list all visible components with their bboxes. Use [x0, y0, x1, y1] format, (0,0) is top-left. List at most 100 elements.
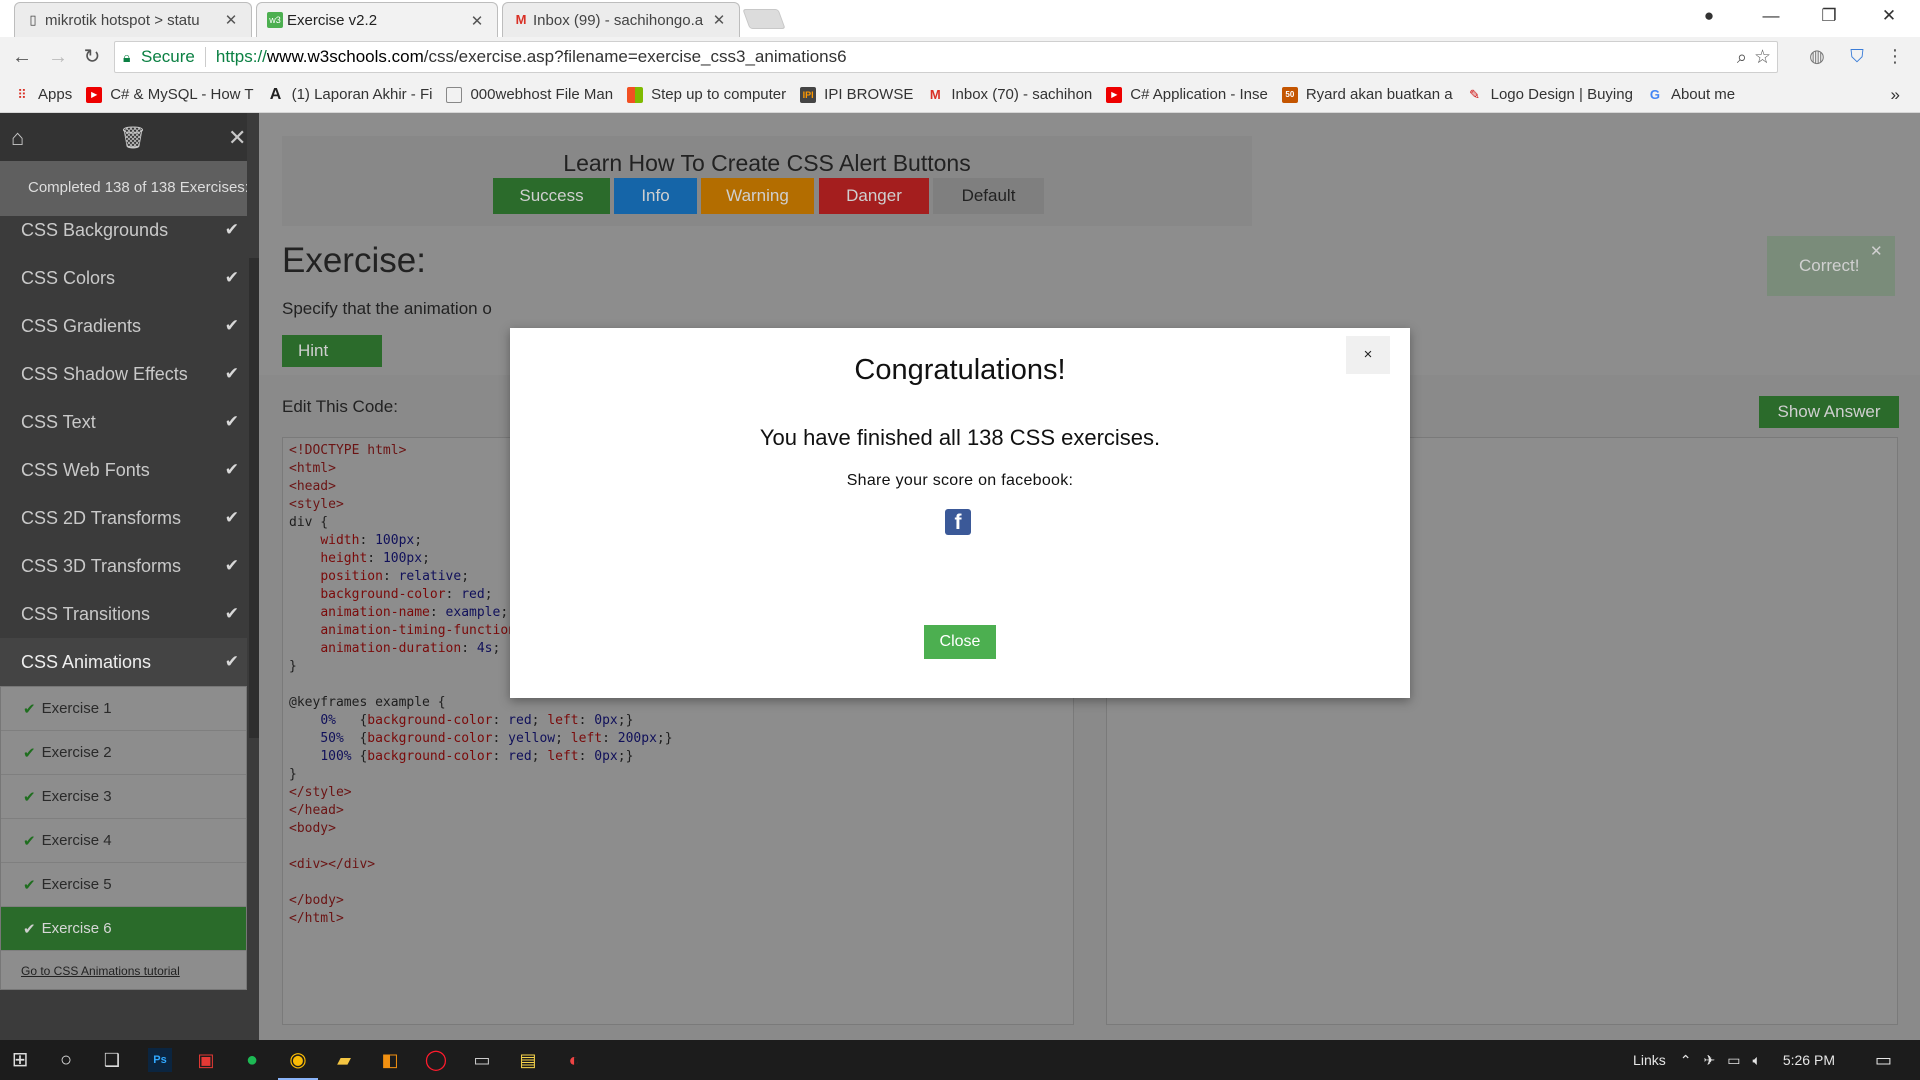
back-icon[interactable]: ←: [10, 45, 34, 69]
forward-icon[interactable]: →: [46, 45, 70, 69]
bookmark-item[interactable]: G About me: [1647, 86, 1735, 103]
letter-a-icon: A: [269, 86, 282, 103]
sticky-notes-icon[interactable]: ▤: [516, 1048, 540, 1072]
address-bar[interactable]: 🔒︎ Secure https://www.w3schools.com/css/…: [114, 41, 1778, 73]
danger-button[interactable]: Danger: [819, 178, 929, 214]
sublime-text-icon[interactable]: ◧: [378, 1048, 402, 1072]
bookmark-item[interactable]: 50 Ryard akan buatkan a: [1281, 86, 1453, 103]
windows-start-icon[interactable]: ⊞: [8, 1048, 32, 1072]
volume-icon[interactable]: 🔈︎: [1752, 1052, 1760, 1069]
tab-title: Inbox (99) - sachihongo.a: [533, 11, 704, 29]
hint-button[interactable]: Hint: [282, 335, 382, 367]
shield-extension-icon[interactable]: ⛉: [1846, 46, 1868, 68]
youtube-icon: ▶: [86, 86, 103, 103]
close-tab-icon[interactable]: ✕: [711, 11, 727, 29]
facebook-icon[interactable]: f: [945, 509, 971, 535]
exercise-item-4[interactable]: ✔ Exercise 4: [1, 819, 246, 863]
airplane-mode-icon[interactable]: ✈: [1703, 1052, 1715, 1069]
sidebar-item-css-shadow-effects[interactable]: CSS Shadow Effects ✔: [0, 350, 259, 398]
exercise-label: Exercise 4: [41, 832, 112, 849]
close-tab-icon[interactable]: ✕: [223, 11, 239, 29]
share-label: Share your score on facebook:: [846, 472, 1074, 489]
sidebar-item-css-gradients[interactable]: CSS Gradients ✔: [0, 302, 259, 350]
menu-dots-icon[interactable]: ⋮: [1884, 46, 1906, 68]
links-toolbar[interactable]: Links: [1633, 1052, 1666, 1068]
bookmark-star-icon[interactable]: ☆: [1754, 46, 1771, 69]
bookmark-item[interactable]: Step up to computer: [627, 86, 786, 103]
bookmark-item[interactable]: ▶ C# Application - Inse: [1106, 86, 1268, 103]
clock[interactable]: 5:26 PM: [1783, 1052, 1835, 1068]
exercise-item-2[interactable]: ✔ Exercise 2: [1, 731, 246, 775]
app-icon[interactable]: ◐: [562, 1048, 586, 1072]
restore-icon[interactable]: ❐: [1814, 6, 1844, 26]
notifications-icon[interactable]: ▭: [1875, 1050, 1892, 1071]
new-tab-button[interactable]: [742, 9, 786, 29]
check-icon: ✔: [23, 920, 36, 938]
sidebar-scroll-thumb[interactable]: [249, 258, 259, 738]
close-window-icon[interactable]: ✕: [1874, 6, 1904, 26]
success-button[interactable]: Success: [493, 178, 610, 214]
sidebar-list: CSS Backgrounds ✔ CSS Colors ✔ CSS Gradien…: [0, 216, 259, 1040]
photoshop-icon[interactable]: Ps: [148, 1048, 172, 1072]
zoom-icon[interactable]: ⌕: [1737, 47, 1747, 68]
bookmark-item[interactable]: M Inbox (70) - sachihon: [927, 86, 1092, 103]
bookmark-item[interactable]: ✎ Logo Design | Buying: [1467, 86, 1633, 103]
reload-icon[interactable]: ↻: [80, 45, 104, 69]
bookmark-item[interactable]: A (1) Laporan Akhir - Fi: [268, 86, 433, 103]
exercise-heading: Exercise:: [282, 241, 426, 280]
close-icon[interactable]: ✕: [228, 125, 246, 151]
sidebar-toolbar: ⌂ 🗑︎ ✕: [0, 113, 259, 161]
tab-inbox[interactable]: M Inbox (99) - sachihongo.a ✕: [502, 2, 740, 37]
office-icon[interactable]: ▣: [194, 1048, 218, 1072]
battery-icon[interactable]: ▭: [1727, 1052, 1740, 1069]
profile-icon[interactable]: ●: [1694, 6, 1724, 26]
browser-toolbar: ← → ↻ 🔒︎ Secure https://www.w3schools.co…: [0, 37, 1920, 77]
close-button[interactable]: Close: [924, 625, 996, 659]
sidebar-item-css-backgrounds[interactable]: CSS Backgrounds ✔: [0, 216, 259, 254]
sidebar-item-css-animations[interactable]: CSS Animations ✔: [0, 638, 259, 686]
chrome-icon[interactable]: ◉: [278, 1048, 318, 1080]
file-explorer-icon[interactable]: ▰: [332, 1048, 356, 1072]
bookmark-item[interactable]: 000webhost File Man: [446, 86, 613, 103]
exercise-item-6[interactable]: ✔ Exercise 6: [1, 907, 246, 951]
sidebar-item-css-web-fonts[interactable]: CSS Web Fonts ✔: [0, 446, 259, 494]
minimize-icon[interactable]: —: [1756, 6, 1786, 26]
show-answer-button[interactable]: Show Answer: [1759, 396, 1899, 428]
sidebar-item-css-3d-transforms[interactable]: CSS 3D Transforms ✔: [0, 542, 259, 590]
tab-strip: ▯ mikrotik hotspot > statu ✕ w3 Exercise…: [0, 0, 1920, 38]
check-icon: ✔: [23, 832, 36, 850]
tutorial-link[interactable]: Go to CSS Animations tutorial: [1, 951, 246, 989]
tab-mikrotik[interactable]: ▯ mikrotik hotspot > statu ✕: [14, 2, 252, 37]
bookmark-label: Ryard akan buatkan a: [1305, 86, 1453, 103]
bookmark-item[interactable]: IPI IPI BROWSE: [800, 86, 913, 103]
close-tab-icon[interactable]: ✕: [469, 12, 485, 30]
tab-exercise[interactable]: w3 Exercise v2.2 ✕: [256, 2, 498, 38]
edit-code-label: Edit This Code:: [282, 397, 398, 416]
sidebar-item-css-2d-transforms[interactable]: CSS 2D Transforms ✔: [0, 494, 259, 542]
info-button[interactable]: Info: [614, 178, 697, 214]
check-icon: ✔: [224, 412, 239, 431]
home-icon[interactable]: ⌂: [11, 125, 24, 151]
bookmark-apps[interactable]: ⠿ Apps: [14, 86, 72, 103]
default-button[interactable]: Default: [933, 178, 1044, 214]
sidebar-item-css-transitions[interactable]: CSS Transitions ✔: [0, 590, 259, 638]
bookmarks-overflow-icon[interactable]: »: [1891, 85, 1900, 105]
google-icon: G: [1649, 86, 1660, 102]
bookmark-item[interactable]: ▶ C# & MySQL - How T: [86, 86, 254, 103]
trash-icon[interactable]: 🗑︎: [119, 125, 147, 151]
sidebar-item-css-colors[interactable]: CSS Colors ✔: [0, 254, 259, 302]
terminal-icon[interactable]: ▭: [470, 1048, 494, 1072]
spotify-icon[interactable]: ●: [240, 1048, 264, 1072]
exercise-item-5[interactable]: ✔ Exercise 5: [1, 863, 246, 907]
sidebar-item-css-text[interactable]: CSS Text ✔: [0, 398, 259, 446]
exercise-item-1[interactable]: ✔ Exercise 1: [1, 687, 246, 731]
warning-button[interactable]: Warning: [701, 178, 814, 214]
tab-title: Exercise v2.2: [287, 12, 378, 29]
chevron-up-icon[interactable]: ⌃: [1680, 1052, 1692, 1069]
cortana-icon[interactable]: ○: [54, 1048, 78, 1072]
extension-globe-icon[interactable]: ◍: [1806, 46, 1828, 68]
task-view-icon[interactable]: ❑: [100, 1048, 124, 1072]
close-icon[interactable]: ✕: [1870, 242, 1883, 260]
opera-icon[interactable]: ◯: [424, 1048, 448, 1072]
exercise-item-3[interactable]: ✔ Exercise 3: [1, 775, 246, 819]
